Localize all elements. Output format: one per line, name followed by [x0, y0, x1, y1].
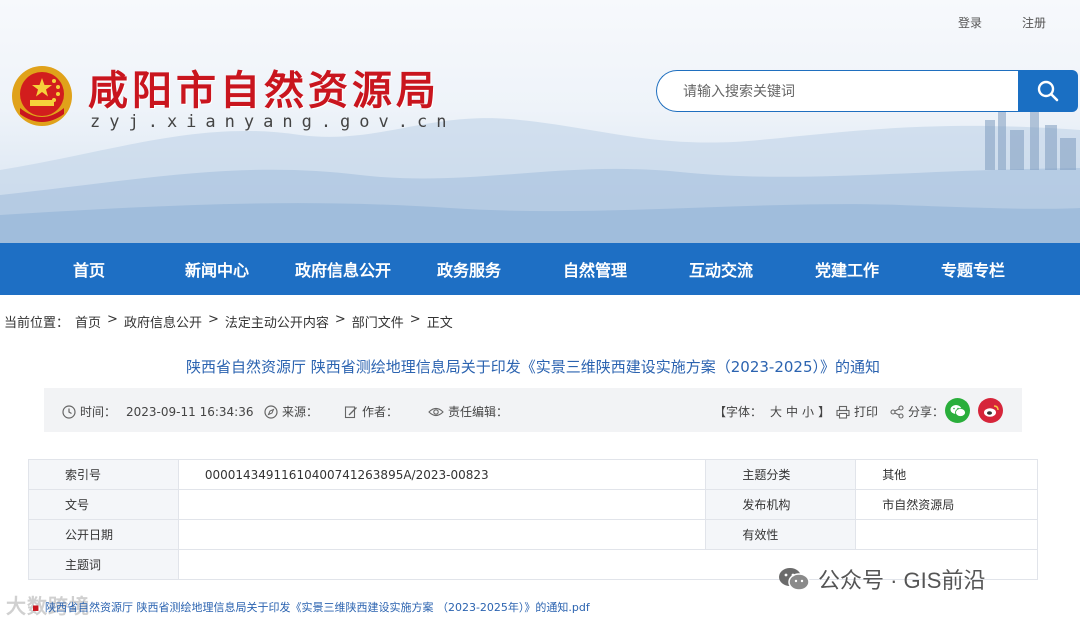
- breadcrumb: 当前位置： 首页 > 政府信息公开 > 法定主动公开内容 > 部门文件 > 正文: [4, 312, 453, 331]
- nav-item-interaction[interactable]: 互动交流: [658, 243, 784, 295]
- printer-icon: [836, 405, 850, 419]
- nav-item-info-disclosure[interactable]: 政府信息公开: [280, 243, 406, 295]
- table-row: 索引号 00001434911610400741263895A/2023-008…: [28, 459, 1038, 490]
- font-size-switcher: 【字体： 大 中 小 】: [714, 403, 830, 420]
- nav-item-special-topics[interactable]: 专题专栏: [910, 243, 1036, 295]
- font-size-medium[interactable]: 中: [786, 403, 798, 420]
- clock-icon: [62, 404, 76, 419]
- breadcrumb-statutory-content[interactable]: 法定主动公开内容: [225, 312, 329, 331]
- responsible-editor: 责任编辑：: [428, 403, 508, 420]
- eye-icon: [428, 407, 444, 416]
- breadcrumb-home[interactable]: 首页: [75, 312, 101, 331]
- share-label: 分享：: [908, 405, 945, 419]
- national-emblem-icon: [12, 66, 72, 126]
- share: 分享：: [890, 403, 944, 420]
- nav-item-news[interactable]: 新闻中心: [154, 243, 280, 295]
- font-size-close: 】: [818, 405, 831, 419]
- breadcrumb-separator: >: [334, 312, 346, 327]
- validity-label: 有效性: [705, 519, 857, 550]
- print-label: 打印: [854, 405, 879, 419]
- print-button[interactable]: 打印: [836, 403, 878, 420]
- login-link[interactable]: 登录: [958, 14, 982, 31]
- publish-time: 时间： 2023-09-11 16:34:36: [62, 403, 253, 420]
- publishing-org-label: 发布机构: [705, 489, 857, 520]
- compass-icon: [264, 404, 278, 419]
- validity-value: [855, 519, 1038, 550]
- topic-category-value: 其他: [855, 459, 1038, 490]
- document-info-table: 索引号 00001434911610400741263895A/2023-008…: [28, 459, 1039, 580]
- topic-category-label: 主题分类: [705, 459, 857, 490]
- table-row: 文号 发布机构 市自然资源局: [28, 489, 1038, 520]
- nav-item-home[interactable]: 首页: [0, 243, 154, 295]
- header-banner: 登录 注册 咸阳市自然资源局 zyj.xianyang.gov.cn: [0, 0, 1080, 243]
- source: 来源：: [264, 403, 318, 420]
- share-icon: [890, 404, 904, 419]
- register-link[interactable]: 注册: [1022, 14, 1046, 31]
- weibo-share-button[interactable]: [978, 398, 1003, 423]
- document-number-label: 文号: [28, 489, 179, 520]
- font-size-small[interactable]: 小: [802, 403, 814, 420]
- main-nav: 首页 新闻中心 政府信息公开 政务服务 自然管理 互动交流 党建工作 专题专栏: [0, 243, 1080, 295]
- time-value: 2023-09-11 16:34:36: [126, 404, 254, 419]
- index-number-value: 00001434911610400741263895A/2023-00823: [177, 459, 707, 490]
- weibo-icon: [983, 404, 999, 417]
- site-domain: zyj.xianyang.gov.cn: [90, 112, 456, 132]
- site-title: 咸阳市自然资源局: [88, 67, 440, 114]
- font-size-large[interactable]: 大: [770, 403, 782, 420]
- source-label: 来源：: [282, 405, 319, 419]
- attachment-bullet-icon: ▪: [32, 601, 40, 614]
- breadcrumb-department-files[interactable]: 部门文件: [352, 312, 404, 331]
- edit-icon: [344, 405, 357, 418]
- nav-item-nature-management[interactable]: 自然管理: [532, 243, 658, 295]
- index-number-label: 索引号: [28, 459, 179, 490]
- publish-date-label: 公开日期: [28, 519, 179, 550]
- top-links: 登录 注册: [958, 14, 1046, 31]
- author: 作者：: [344, 403, 398, 420]
- editor-label: 责任编辑：: [448, 405, 509, 419]
- wechat-official-account-icon: [779, 568, 810, 591]
- breadcrumb-separator: >: [107, 312, 118, 327]
- keywords-label: 主题词: [28, 549, 179, 580]
- table-row: 公开日期 有效性: [28, 519, 1038, 550]
- nav-item-party-building[interactable]: 党建工作: [784, 243, 910, 295]
- attachment-text: 陕西省自然资源厅 陕西省测绘地理信息局关于印发《实景三维陕西建设实施方案 （20…: [44, 601, 590, 614]
- article-title: 陕西省自然资源厅 陕西省测绘地理信息局关于印发《实景三维陕西建设实施方案（202…: [185, 358, 881, 376]
- breadcrumb-label: 当前位置：: [4, 316, 70, 331]
- search-input[interactable]: [656, 70, 1018, 112]
- time-label: 时间：: [80, 405, 117, 419]
- breadcrumb-info-disclosure[interactable]: 政府信息公开: [124, 312, 202, 331]
- font-size-label: 【字体：: [714, 405, 763, 419]
- watermark-right: 公众号 · GIS前沿: [778, 563, 985, 595]
- attachment-link[interactable]: ▪ 陕西省自然资源厅 陕西省测绘地理信息局关于印发《实景三维陕西建设实施方案 （…: [32, 599, 590, 615]
- search-bar: [656, 70, 1078, 112]
- breadcrumb-separator: >: [409, 312, 421, 327]
- publish-date-value: [177, 519, 707, 550]
- wechat-share-button[interactable]: [945, 398, 970, 423]
- publishing-org-value: 市自然资源局: [855, 489, 1038, 520]
- breadcrumb-separator: >: [207, 312, 219, 327]
- search-button[interactable]: [1018, 70, 1078, 112]
- nav-item-gov-services[interactable]: 政务服务: [406, 243, 532, 295]
- document-number-value: [177, 489, 707, 520]
- search-icon: [1037, 80, 1059, 102]
- author-label: 作者：: [362, 405, 399, 419]
- breadcrumb-current: 正文: [426, 316, 453, 331]
- wechat-icon: [950, 404, 966, 417]
- article-meta-bar: 时间： 2023-09-11 16:34:36 来源： 作者： 责任编辑： 【字…: [44, 388, 1022, 432]
- watermark-right-text: 公众号 · GIS前沿: [818, 568, 986, 593]
